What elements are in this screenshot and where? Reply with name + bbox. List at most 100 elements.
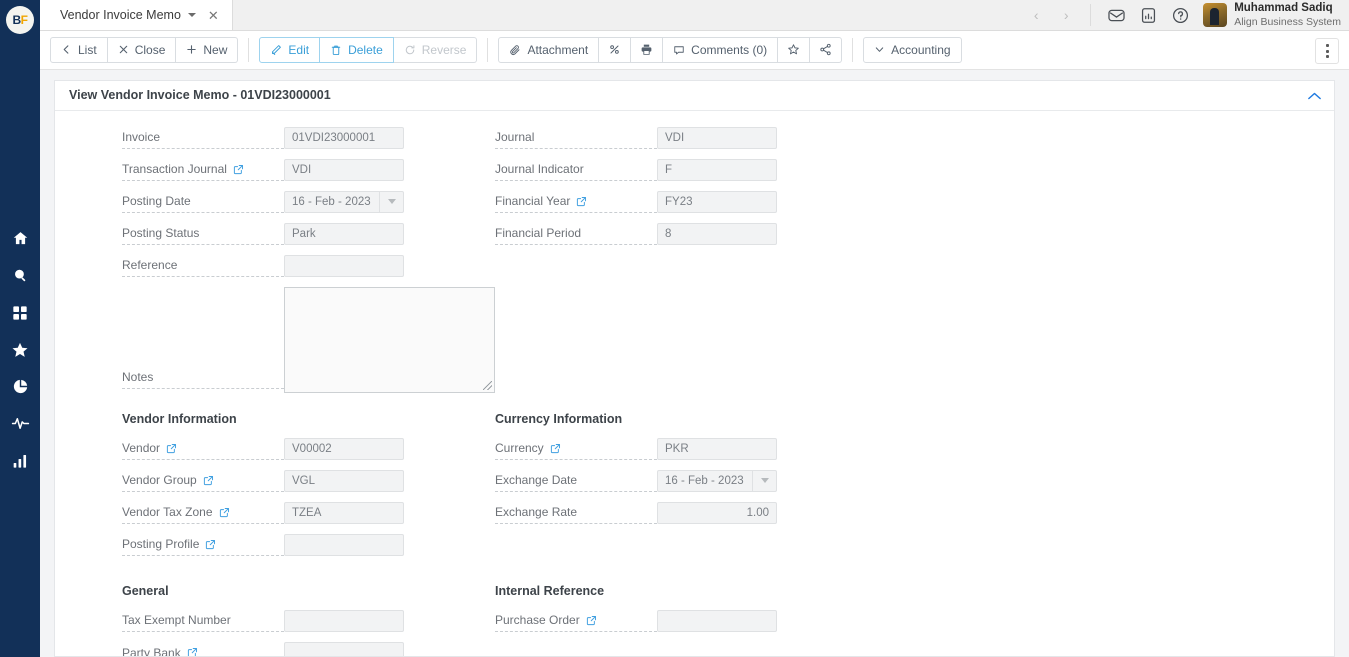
comments-button[interactable]: Comments (0) bbox=[663, 36, 779, 63]
input-reference[interactable] bbox=[284, 254, 404, 277]
label-text: Vendor bbox=[122, 441, 161, 456]
new-button[interactable]: New bbox=[176, 36, 239, 63]
label-tax-exempt-number: Tax Exempt Number bbox=[122, 610, 284, 632]
input-party-bank[interactable] bbox=[284, 641, 404, 656]
input-posting-profile[interactable] bbox=[284, 533, 404, 556]
input-journal-indicator[interactable]: F bbox=[657, 158, 777, 181]
external-link-icon[interactable] bbox=[203, 475, 214, 486]
external-link-icon[interactable] bbox=[205, 539, 216, 550]
activity-icon bbox=[11, 417, 29, 430]
share-button[interactable] bbox=[810, 36, 843, 63]
sidebar-item-favorites[interactable] bbox=[0, 331, 40, 368]
input-purchase-order[interactable] bbox=[657, 609, 777, 632]
sidebar-item-search[interactable] bbox=[0, 257, 40, 294]
input-journal[interactable]: VDI bbox=[657, 126, 777, 149]
notes-textarea[interactable] bbox=[284, 286, 495, 393]
input-vendor-tax-zone[interactable]: TZEA bbox=[284, 501, 404, 524]
percent-icon bbox=[610, 45, 619, 55]
toolbar-divider bbox=[248, 37, 250, 62]
trash-icon bbox=[331, 45, 341, 55]
user-org: Align Business System bbox=[1234, 15, 1341, 28]
field-row-journal: Journal VDI bbox=[481, 126, 921, 158]
close-button[interactable]: Close bbox=[107, 36, 177, 63]
collapse-toggle[interactable] bbox=[1304, 87, 1324, 105]
list-button[interactable]: List bbox=[50, 36, 108, 63]
reports-button[interactable] bbox=[1133, 0, 1163, 31]
edit-button-label: Edit bbox=[288, 42, 310, 57]
sidebar-item-activity[interactable] bbox=[0, 405, 40, 442]
input-exchange-date[interactable]: 16 - Feb - 2023 bbox=[657, 469, 777, 492]
sidebar-item-reports[interactable] bbox=[0, 368, 40, 405]
paperclip-icon bbox=[510, 45, 520, 55]
input-transaction-journal[interactable]: VDI bbox=[284, 158, 404, 181]
label-journal-indicator: Journal Indicator bbox=[495, 159, 657, 181]
action-toolbar: List Close New Edit Delete Reverse Attac… bbox=[40, 31, 1349, 70]
mail-button[interactable] bbox=[1101, 0, 1131, 31]
field-row-party-bank: Party Bank bbox=[108, 641, 495, 656]
label-text: Vendor Group bbox=[122, 473, 197, 488]
avatar bbox=[1203, 3, 1228, 27]
attachment-button[interactable]: Attachment bbox=[498, 36, 600, 63]
label-vendor-group: Vendor Group bbox=[122, 470, 284, 492]
label-exchange-rate: Exchange Rate bbox=[495, 502, 657, 524]
sidebar-item-analytics[interactable] bbox=[0, 442, 40, 479]
left-nav-rail: BF bbox=[0, 0, 40, 657]
percent-button[interactable] bbox=[599, 36, 632, 63]
input-vendor-group[interactable]: VGL bbox=[284, 469, 404, 492]
sidebar-item-home[interactable] bbox=[0, 220, 40, 257]
input-posting-date[interactable]: 16 - Feb - 2023 bbox=[284, 190, 404, 213]
field-row-financial-year: Financial Year FY23 bbox=[481, 190, 921, 222]
edit-button[interactable]: Edit bbox=[259, 36, 321, 63]
external-link-icon[interactable] bbox=[233, 164, 244, 175]
currency-information-column: Currency Information Currency PKR Exchan… bbox=[481, 412, 921, 566]
date-dropdown-icon[interactable] bbox=[379, 191, 403, 212]
chevron-down-icon[interactable] bbox=[187, 13, 196, 17]
help-icon bbox=[1172, 7, 1188, 23]
field-row-posting-profile: Posting Profile bbox=[108, 533, 495, 565]
star-icon bbox=[12, 342, 28, 357]
label-party-bank: Party Bank bbox=[122, 642, 284, 656]
input-currency[interactable]: PKR bbox=[657, 437, 777, 460]
label-text: Party Bank bbox=[122, 645, 181, 656]
tab-vendor-invoice-memo[interactable]: Vendor Invoice Memo ✕ bbox=[40, 0, 233, 30]
nav-next-button[interactable]: › bbox=[1052, 0, 1080, 31]
external-link-icon[interactable] bbox=[550, 443, 561, 454]
input-financial-year[interactable]: FY23 bbox=[657, 190, 777, 213]
label-vendor: Vendor bbox=[122, 438, 284, 460]
internal-reference-column: Internal Reference Purchase Order bbox=[481, 584, 921, 656]
nav-prev-button[interactable]: ‹ bbox=[1022, 0, 1050, 31]
external-link-icon[interactable] bbox=[576, 196, 587, 207]
delete-button[interactable]: Delete bbox=[320, 36, 394, 63]
accounting-dropdown[interactable]: Accounting bbox=[863, 36, 962, 63]
app-logo[interactable]: BF bbox=[0, 0, 40, 40]
pencil-icon bbox=[272, 45, 282, 55]
external-link-icon[interactable] bbox=[166, 443, 177, 454]
input-tax-exempt-number[interactable] bbox=[284, 609, 404, 632]
sidebar-item-apps[interactable] bbox=[0, 294, 40, 331]
help-button[interactable] bbox=[1165, 0, 1195, 31]
user-menu[interactable]: Muhammad Sadiq Align Business System bbox=[1197, 2, 1341, 28]
input-vendor[interactable]: V00002 bbox=[284, 437, 404, 460]
toolbar-group-record: Edit Delete Reverse bbox=[259, 36, 478, 63]
close-icon[interactable]: ✕ bbox=[208, 9, 219, 22]
refresh-icon bbox=[405, 45, 415, 55]
posting-date-value: 16 - Feb - 2023 bbox=[292, 195, 371, 208]
external-link-icon[interactable] bbox=[187, 647, 198, 656]
comments-button-label: Comments (0) bbox=[691, 42, 768, 57]
more-options-button[interactable] bbox=[1315, 38, 1339, 64]
external-link-icon[interactable] bbox=[219, 507, 230, 518]
input-financial-period[interactable]: 8 bbox=[657, 222, 777, 245]
input-posting-status[interactable]: Park bbox=[284, 222, 404, 245]
print-button[interactable] bbox=[631, 36, 664, 63]
main-left-column: Invoice 01VDI23000001 Transaction Journa… bbox=[55, 126, 495, 287]
input-invoice[interactable]: 01VDI23000001 bbox=[284, 126, 404, 149]
new-button-label: New bbox=[203, 42, 228, 57]
toolbar-group-module: Accounting bbox=[863, 36, 962, 63]
field-row-vendor-tax-zone: Vendor Tax Zone TZEA bbox=[108, 501, 495, 533]
list-button-label: List bbox=[78, 42, 97, 57]
favorite-button[interactable] bbox=[778, 36, 811, 63]
input-exchange-rate[interactable]: 1.00 bbox=[657, 501, 777, 524]
date-dropdown-icon[interactable] bbox=[752, 470, 776, 491]
user-text: Muhammad Sadiq Align Business System bbox=[1234, 2, 1341, 27]
external-link-icon[interactable] bbox=[586, 615, 597, 626]
